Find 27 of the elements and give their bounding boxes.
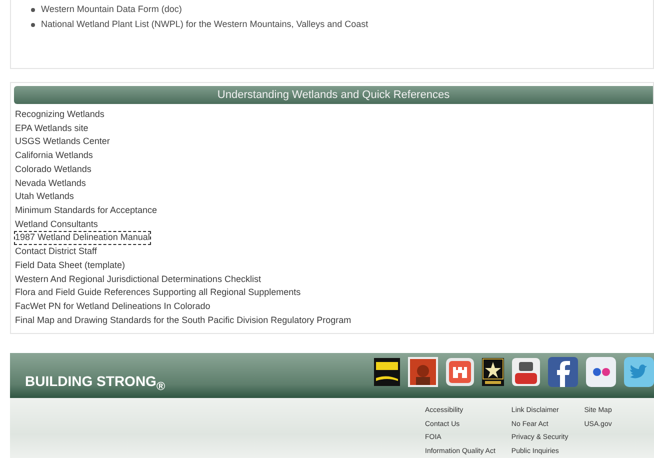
section-header: Understanding Wetlands and Quick References [14,86,653,104]
reference-link[interactable]: Minimum Standards for Acceptance [14,204,158,218]
reference-link[interactable]: Western And Regional Jurisdictional Determinations Checklist [14,272,262,286]
reference-link[interactable]: Wetland Consultants [14,218,99,232]
reference-link[interactable]: Final Map and Drawing Standards for the South Pacific Division Regulatory Program [14,314,352,328]
reference-link[interactable]: Recognizing Wetlands [14,108,106,122]
reference-link[interactable]: Field Data Sheet (template) [14,258,126,273]
reference-link[interactable]: 1987 Wetland Delineation Manual [14,231,151,246]
document-link[interactable]: Western Mountain Data Form (doc) [41,2,182,17]
bullet-icon [31,22,35,26]
poster-icon[interactable] [408,356,438,387]
reference-link[interactable]: FacWet PN for Wetland Delineations In Colorado [14,300,212,314]
castle-icon[interactable] [446,358,474,386]
slogan: BUILDING STRONG$_{®}$ [25,372,166,393]
reference-link[interactable]: USGS Wetlands Center [14,135,111,150]
document-link[interactable]: National Wetland Plant List (NWPL) for the Western Mountains, Valleys and Coast [41,17,368,32]
reference-link[interactable]: Nevada Wetlands [14,176,87,190]
reference-link[interactable]: Flora and Field Guide References Supporting all Regional Supplements [14,286,302,300]
reference-link[interactable]: Utah Wetlands [14,190,75,204]
reference-link[interactable]: California Wetlands [14,149,94,163]
reference-link[interactable]: EPA Wetlands site [14,122,90,136]
bullet-icon [31,8,35,12]
facebook-icon[interactable] [548,356,578,387]
flickr-icon[interactable] [586,356,616,387]
reference-link[interactable]: Contact District Staff [14,245,98,259]
badge-icon[interactable] [374,358,400,386]
reference-link[interactable]: Colorado Wetlands [14,162,92,177]
